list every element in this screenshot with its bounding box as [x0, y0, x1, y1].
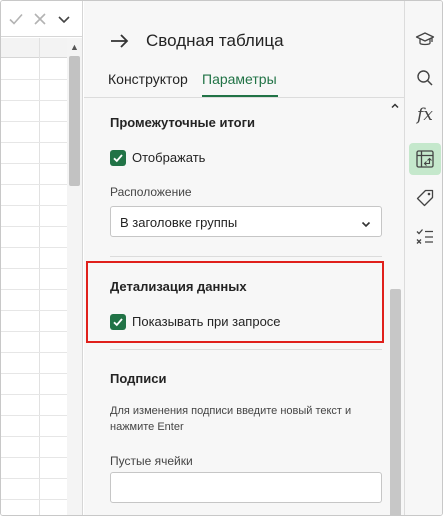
search-icon[interactable] — [409, 62, 441, 94]
checkbox-label: Показывать при запросе — [132, 314, 281, 329]
show-subtotals-checkbox[interactable]: Отображать — [110, 150, 250, 168]
column-header — [1, 38, 67, 58]
sheet-scroll-thumb[interactable] — [69, 56, 80, 186]
location-label: Расположение — [110, 185, 192, 199]
checkbox-checked-icon[interactable] — [110, 314, 126, 330]
function-icon[interactable]: fx — [409, 101, 441, 133]
captions-hint: Для изменения подписи введите новый текс… — [110, 405, 352, 433]
sheet-scrollbar[interactable]: ▲ — [67, 38, 82, 515]
pane-title: Сводная таблица — [146, 31, 284, 50]
location-select-value: В заголовке группы — [120, 215, 238, 230]
chevron-down-icon[interactable] — [55, 10, 73, 28]
window: ▲ Сводная таблица Конструктор Параметры … — [0, 0, 443, 516]
section-divider — [110, 256, 382, 257]
subtotals-heading: Промежуточные итоги — [110, 115, 256, 130]
active-tab-indicator — [202, 95, 278, 97]
empty-cells-input[interactable] — [110, 472, 382, 503]
scroll-up-icon[interactable]: ▲ — [67, 40, 82, 54]
captions-heading: Подписи — [110, 371, 167, 386]
tab-options[interactable]: Параметры — [202, 71, 277, 87]
empty-cells-label: Пустые ячейки — [110, 454, 193, 468]
cell-grid[interactable] — [1, 38, 67, 515]
tab-designer[interactable]: Конструктор — [108, 71, 188, 87]
chevron-up-icon[interactable] — [387, 99, 402, 113]
section-divider — [110, 349, 382, 350]
checkbox-checked-icon[interactable] — [110, 150, 126, 166]
chevron-down-icon — [360, 217, 372, 229]
drilldown-heading: Детализация данных — [110, 279, 247, 294]
checkmark-icon[interactable] — [7, 10, 25, 28]
tag-icon[interactable] — [409, 182, 441, 214]
pivot-table-icon[interactable] — [409, 143, 441, 175]
formula-bar — [1, 1, 83, 37]
pivot-table-pane: Сводная таблица Конструктор Параметры Пр… — [84, 1, 404, 515]
pane-scroll-thumb[interactable] — [390, 289, 401, 515]
checkbox-label: Отображать — [132, 150, 206, 165]
pane-body: Промежуточные итоги Отображать Расположе… — [84, 99, 404, 515]
checklist-icon[interactable] — [409, 221, 441, 253]
graduation-cap-icon[interactable] — [409, 23, 441, 55]
spreadsheet-area: ▲ — [1, 1, 83, 515]
show-on-request-checkbox[interactable]: Показывать при запросе — [110, 314, 310, 332]
arrow-right-icon[interactable] — [108, 29, 132, 53]
side-rail: fx — [404, 1, 442, 515]
close-icon[interactable] — [31, 10, 49, 28]
location-select[interactable]: В заголовке группы — [110, 206, 382, 237]
pane-scrollbar[interactable] — [387, 99, 402, 515]
pane-header: Сводная таблица Конструктор Параметры — [84, 1, 404, 98]
